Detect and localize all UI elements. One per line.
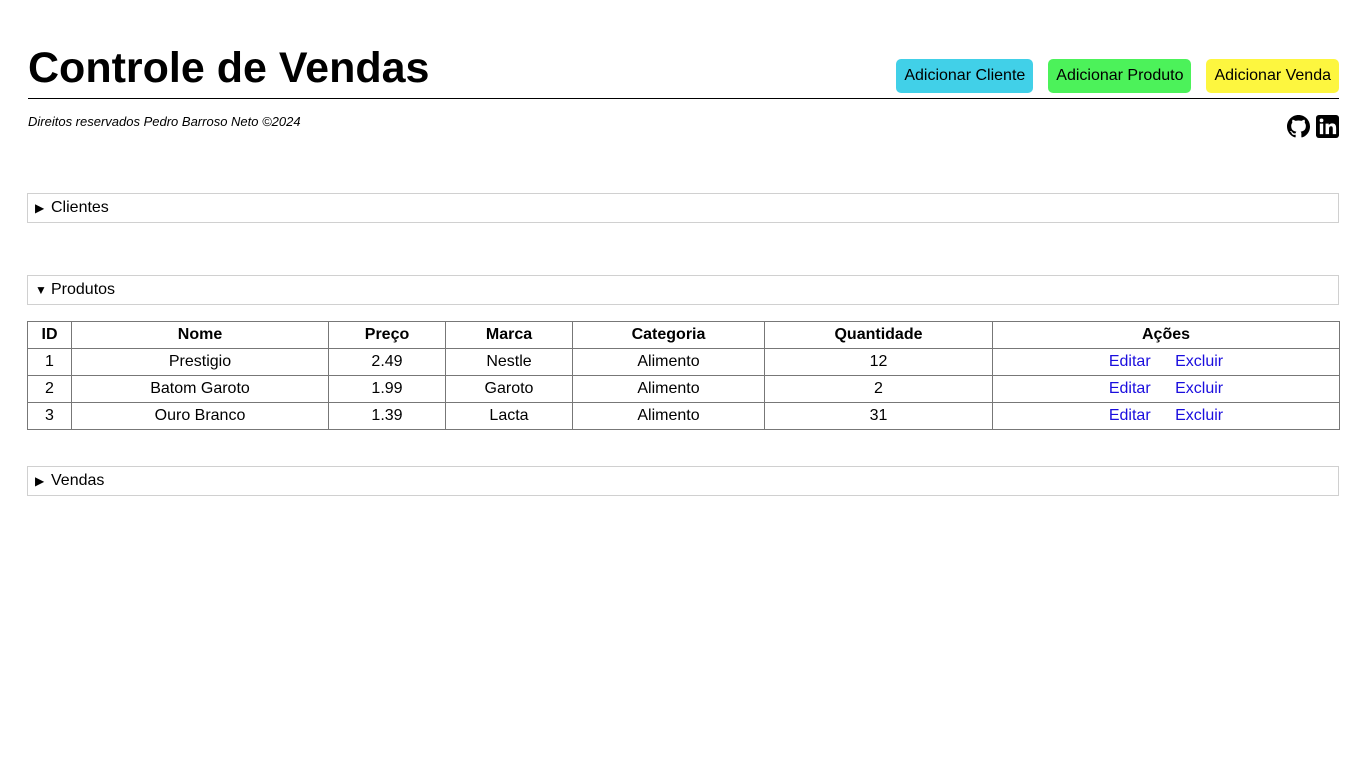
table-header-row: ID Nome Preço Marca Categoria Quantidade…: [27, 321, 1340, 349]
cell-categoria: Alimento: [572, 348, 765, 376]
cell-nome: Batom Garoto: [71, 375, 329, 403]
cell-id: 1: [27, 348, 72, 376]
cell-id: 3: [27, 402, 72, 430]
edit-link[interactable]: Editar: [1109, 407, 1151, 424]
page-title: Controle de Vendas: [28, 44, 430, 92]
add-client-button[interactable]: Adicionar Cliente: [896, 59, 1034, 93]
produtos-label: Produtos: [51, 281, 116, 298]
linkedin-icon[interactable]: [1316, 115, 1339, 138]
add-sale-button[interactable]: Adicionar Venda: [1206, 59, 1339, 93]
header-buttons: Adicionar Cliente Adicionar Produto Adic…: [896, 59, 1339, 93]
social-links: [1287, 115, 1339, 138]
delete-link[interactable]: Excluir: [1175, 407, 1223, 424]
produtos-section: ▼ Produtos: [27, 275, 1339, 305]
cell-marca: Lacta: [445, 402, 573, 430]
delete-link[interactable]: Excluir: [1175, 380, 1223, 397]
page-header: Controle de Vendas Adicionar Cliente Adi…: [28, 40, 1339, 99]
column-header-nome: Nome: [71, 321, 329, 349]
collapsed-triangle-icon: ▶: [35, 201, 45, 215]
products-table: ID Nome Preço Marca Categoria Quantidade…: [27, 321, 1340, 430]
edit-link[interactable]: Editar: [1109, 353, 1151, 370]
clientes-summary[interactable]: ▶ Clientes: [27, 193, 1339, 223]
cell-nome: Prestigio: [71, 348, 329, 376]
vendas-summary[interactable]: ▶ Vendas: [27, 466, 1339, 496]
cell-preco: 2.49: [328, 348, 446, 376]
cell-categoria: Alimento: [572, 375, 765, 403]
cell-preco: 1.39: [328, 402, 446, 430]
cell-quantidade: 12: [764, 348, 993, 376]
cell-quantidade: 2: [764, 375, 993, 403]
cell-nome: Ouro Branco: [71, 402, 329, 430]
cell-acoes: Editar Excluir: [992, 375, 1340, 403]
cell-acoes: Editar Excluir: [992, 402, 1340, 430]
clientes-label: Clientes: [51, 199, 109, 216]
column-header-preco: Preço: [328, 321, 446, 349]
edit-link[interactable]: Editar: [1109, 380, 1151, 397]
cell-marca: Garoto: [445, 375, 573, 403]
column-header-id: ID: [27, 321, 72, 349]
collapsed-triangle-icon: ▶: [35, 474, 45, 488]
table-row: 2 Batom Garoto 1.99 Garoto Alimento 2 Ed…: [27, 375, 1340, 403]
cell-preco: 1.99: [328, 375, 446, 403]
cell-marca: Nestle: [445, 348, 573, 376]
clientes-section: ▶ Clientes: [27, 193, 1339, 223]
add-product-button[interactable]: Adicionar Produto: [1048, 59, 1192, 93]
table-row: 1 Prestigio 2.49 Nestle Alimento 12 Edit…: [27, 348, 1340, 376]
column-header-quantidade: Quantidade: [764, 321, 993, 349]
column-header-marca: Marca: [445, 321, 573, 349]
column-header-categoria: Categoria: [572, 321, 765, 349]
vendas-label: Vendas: [51, 472, 105, 489]
vendas-section: ▶ Vendas: [27, 466, 1339, 496]
github-icon[interactable]: [1287, 115, 1310, 138]
column-header-acoes: Ações: [992, 321, 1340, 349]
cell-id: 2: [27, 375, 72, 403]
produtos-summary[interactable]: ▼ Produtos: [27, 275, 1339, 305]
copyright-text: Direitos reservados Pedro Barroso Neto ©…: [28, 114, 301, 129]
table-row: 3 Ouro Branco 1.39 Lacta Alimento 31 Edi…: [27, 402, 1340, 430]
cell-quantidade: 31: [764, 402, 993, 430]
cell-categoria: Alimento: [572, 402, 765, 430]
delete-link[interactable]: Excluir: [1175, 353, 1223, 370]
expanded-triangle-icon: ▼: [35, 283, 47, 297]
cell-acoes: Editar Excluir: [992, 348, 1340, 376]
